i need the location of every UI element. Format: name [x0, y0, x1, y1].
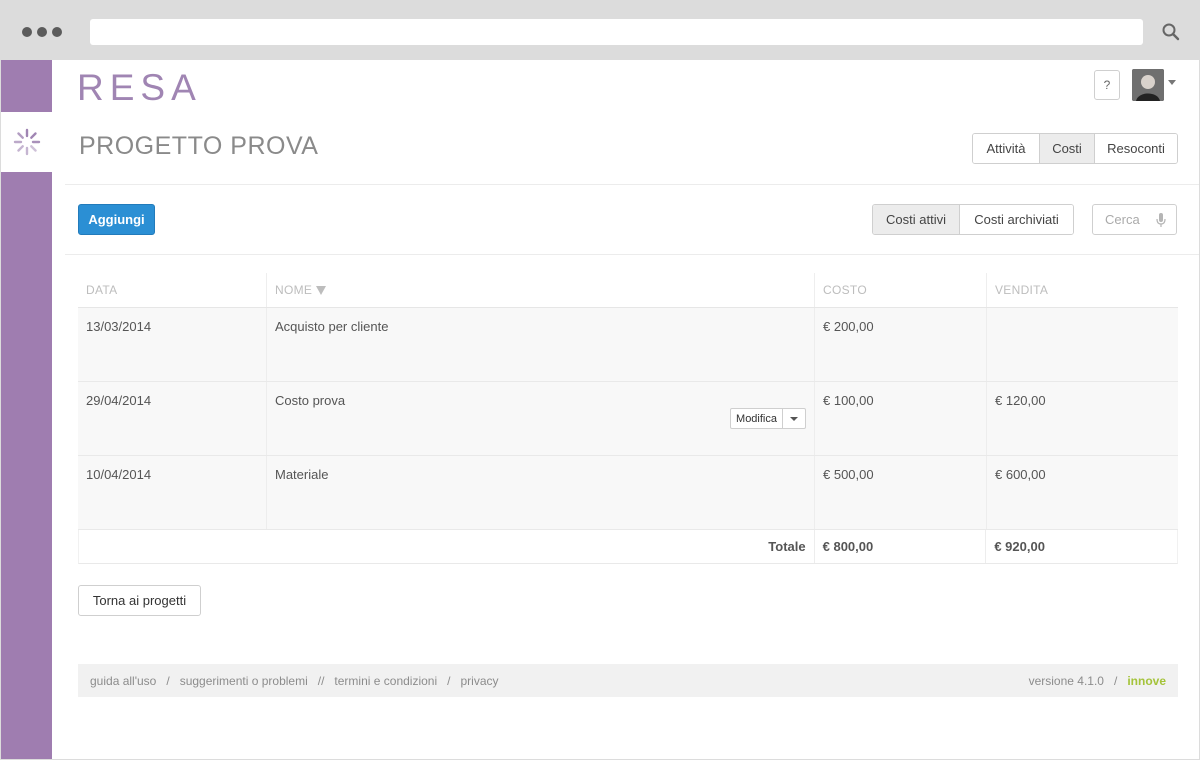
column-header-sale[interactable]: VENDITA	[986, 273, 1178, 307]
window-controls[interactable]	[22, 27, 62, 37]
table-header: DATA NOME COSTO VENDITA	[78, 273, 1178, 308]
footer-link-privacy[interactable]: privacy	[460, 674, 498, 688]
footer-links: guida all'uso / suggerimenti o problemi // t…	[90, 674, 499, 688]
cell-sale: € 120,00	[986, 382, 1178, 455]
search-input[interactable]: Cerca	[1092, 204, 1177, 235]
sort-desc-icon	[316, 285, 327, 295]
tab-costi[interactable]: Costi	[1040, 134, 1095, 163]
chevron-down-icon[interactable]	[1168, 80, 1176, 85]
filter-active-costs[interactable]: Costi attivi	[873, 205, 960, 234]
cell-name: Materiale	[266, 456, 814, 529]
total-sale: € 920,00	[985, 530, 1177, 563]
footer-separator: //	[317, 673, 325, 688]
cell-cost: € 200,00	[814, 308, 986, 381]
avatar[interactable]	[1132, 69, 1164, 101]
footer-separator: /	[447, 673, 451, 688]
tab-attivita[interactable]: Attività	[973, 134, 1040, 163]
spinner-icon	[13, 128, 40, 156]
search-icon[interactable]	[1161, 22, 1181, 42]
column-header-name-label: NOME	[275, 283, 313, 297]
add-button[interactable]: Aggiungi	[78, 204, 155, 235]
footer-link-terms[interactable]: termini e condizioni	[334, 674, 437, 688]
costs-table: DATA NOME COSTO VENDITA 13/03/2014 Acqui…	[78, 273, 1178, 564]
cell-sale: € 600,00	[986, 456, 1178, 529]
sidebar-top	[1, 60, 52, 112]
table-row[interactable]: 10/04/2014 Materiale € 500,00 € 600,00	[78, 456, 1178, 530]
cell-name-text: Costo prova	[275, 393, 346, 408]
table-row[interactable]: 13/03/2014 Acquisto per cliente € 200,00	[78, 308, 1178, 382]
row-actions: Modifica	[730, 408, 806, 429]
sidebar-item-loading[interactable]	[1, 112, 52, 172]
cell-date: 13/03/2014	[86, 319, 152, 334]
app-logo[interactable]: RESA	[77, 67, 202, 109]
column-header-cost[interactable]: COSTO	[814, 273, 986, 307]
total-label: Totale	[768, 539, 806, 554]
app-window: RESA ? PROGETTO PROVA Attività Costi Res…	[1, 60, 1199, 759]
row-actions-dropdown[interactable]	[783, 409, 805, 428]
tab-resoconti[interactable]: Resoconti	[1095, 134, 1177, 163]
column-header-date[interactable]: DATA	[78, 273, 266, 307]
caret-down-icon	[790, 416, 798, 421]
total-row: Totale € 800,00 € 920,00	[78, 530, 1178, 564]
cell-date: 29/04/2014	[86, 393, 152, 408]
help-button[interactable]: ?	[1094, 70, 1120, 100]
cell-cost: € 500,00	[814, 456, 986, 529]
footer-link-feedback[interactable]: suggerimenti o problemi	[180, 674, 308, 688]
address-bar[interactable]	[90, 19, 1143, 45]
sidebar	[1, 172, 52, 759]
column-header-name[interactable]: NOME	[266, 273, 814, 307]
footer-separator: /	[1113, 673, 1118, 688]
footer: guida all'uso / suggerimenti o problemi//t…	[78, 664, 1178, 697]
brand-link[interactable]: innove	[1127, 674, 1166, 688]
footer-link-guide[interactable]: guida all'uso	[90, 674, 156, 688]
browser-chrome	[0, 0, 1200, 60]
page-title: PROGETTO PROVA	[79, 132, 319, 160]
total-cost: € 800,00	[813, 530, 986, 563]
search-placeholder: Cerca	[1105, 212, 1140, 227]
divider	[65, 184, 1199, 185]
section-tabs: Attività Costi Resoconti	[972, 133, 1178, 164]
cell-date: 10/04/2014	[86, 467, 152, 482]
back-to-projects-button[interactable]: Torna ai progetti	[78, 585, 201, 616]
microphone-icon[interactable]	[1156, 213, 1166, 227]
filter-archived-costs[interactable]: Costi archiviati	[960, 205, 1073, 234]
table-row[interactable]: 29/04/2014 Costo prova Modifica € 100,00…	[78, 382, 1178, 456]
cell-cost: € 100,00	[814, 382, 986, 455]
footer-right: versione 4.1.0 / innove	[1029, 674, 1166, 688]
edit-button[interactable]: Modifica	[731, 409, 783, 428]
cell-sale	[986, 308, 1178, 381]
user-avatar-icon	[1132, 69, 1164, 101]
cell-name: Acquisto per cliente	[266, 308, 814, 381]
version-label: versione 4.1.0	[1028, 673, 1104, 688]
cell-name: Costo prova Modifica	[266, 382, 814, 455]
footer-separator: /	[166, 673, 170, 688]
cost-filter: Costi attivi Costi archiviati	[872, 204, 1074, 235]
divider	[65, 254, 1199, 255]
